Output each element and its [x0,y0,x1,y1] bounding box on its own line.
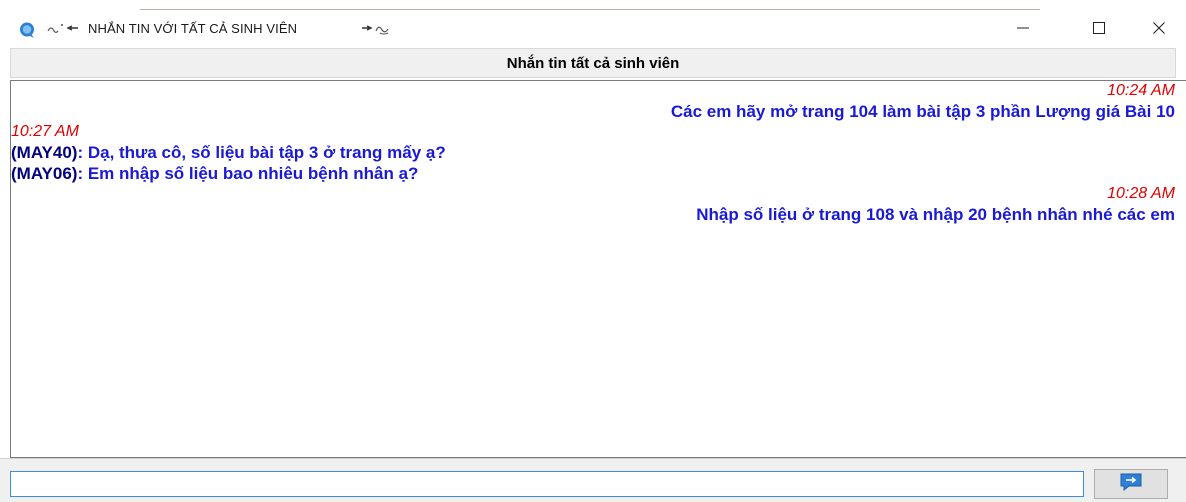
close-button[interactable] [1136,12,1182,48]
chat-history[interactable]: 10:24 AM Các em hãy mở trang 104 làm bài… [10,80,1186,458]
close-icon [1152,21,1166,40]
message-body: Các em hãy mở trang 104 làm bài tập 3 ph… [670,102,1175,121]
compose-bar [0,458,1186,502]
message-text: (MAY06): Em nhập số liệu bao nhiêu bệnh … [11,163,1177,184]
title-decoration-right [360,21,394,38]
chat-window: NHẮN TIN VỚI TẤT CẢ SINH VIÊN Nhắn tin t… [0,0,1186,502]
message-timestamp: 10:28 AM [1107,185,1175,202]
message-text: Nhập số liệu ở trang 108 và nhập 20 bệnh… [11,204,1177,225]
title-bar[interactable]: NHẮN TIN VỚI TẤT CẢ SINH VIÊN [0,12,1186,48]
maximize-button[interactable] [1076,12,1122,48]
chat-header: Nhắn tin tất cả sinh viên [10,48,1176,78]
send-button[interactable] [1094,469,1168,499]
send-arrow-icon [1119,472,1143,497]
message-group: 10:24 AM Các em hãy mở trang 104 làm bài… [11,81,1177,122]
message-sender: (MAY40) [11,143,78,162]
message-body: : Dạ, thưa cô, số liệu bài tập 3 ở trang… [77,143,446,162]
message-group: 10:28 AM Nhập số liệu ở trang 108 và nhậ… [11,184,1177,225]
chat-header-title: Nhắn tin tất cả sinh viên [506,54,680,72]
minimize-button[interactable] [1000,12,1046,48]
background-divider [140,9,1040,10]
message-group: 10:27 AM (MAY40): Dạ, thưa cô, số liệu b… [11,122,1177,184]
maximize-icon [1092,21,1106,40]
message-input[interactable] [10,471,1084,497]
message-body: : Em nhập số liệu bao nhiêu bệnh nhân ạ? [77,164,419,183]
message-text: Các em hãy mở trang 104 làm bài tập 3 ph… [11,101,1177,122]
chat-bubble-icon [18,21,36,39]
message-timestamp: 10:27 AM [11,123,79,140]
message-text: (MAY40): Dạ, thưa cô, số liệu bài tập 3 … [11,142,1177,163]
window-title: NHẮN TIN VỚI TẤT CẢ SINH VIÊN [88,21,298,36]
minimize-icon [1016,21,1030,40]
message-sender: (MAY06) [11,164,78,183]
message-timestamp: 10:24 AM [1107,82,1175,99]
message-body: Nhập số liệu ở trang 108 và nhập 20 bệnh… [696,205,1175,224]
title-decoration-left [46,21,84,38]
